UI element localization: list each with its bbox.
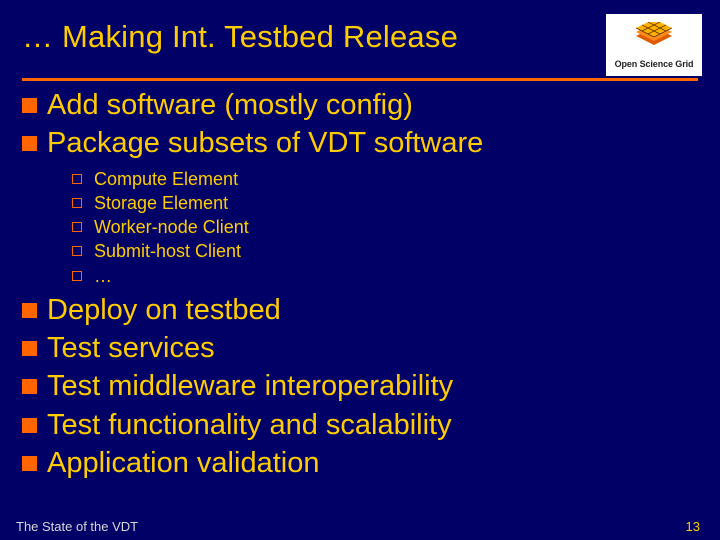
bullet-text: Test middleware interoperability [47, 368, 453, 404]
hollow-square-bullet-icon [72, 174, 82, 184]
bullet-l1: Test functionality and scalability [22, 407, 698, 443]
bullet-text: Worker-node Client [94, 215, 249, 239]
bullet-text: Submit-host Client [94, 239, 241, 263]
hollow-square-bullet-icon [72, 271, 82, 281]
square-bullet-icon [22, 456, 37, 471]
square-bullet-icon [22, 379, 37, 394]
slide-title: … Making Int. Testbed Release [22, 14, 606, 55]
hollow-square-bullet-icon [72, 198, 82, 208]
square-bullet-icon [22, 98, 37, 113]
footer-left: The State of the VDT [16, 519, 138, 534]
bullet-l2: Storage Element [72, 191, 698, 215]
bullet-l1: Package subsets of VDT software [22, 125, 698, 161]
bullet-text: Compute Element [94, 167, 238, 191]
osg-grid-icon [631, 22, 677, 56]
bullet-l2: Worker-node Client [72, 215, 698, 239]
footer: The State of the VDT 13 [0, 519, 720, 534]
bullet-l1: Deploy on testbed [22, 292, 698, 328]
bullet-text: Deploy on testbed [47, 292, 281, 328]
bullet-text: Add software (mostly config) [47, 87, 413, 123]
title-row: … Making Int. Testbed Release Open Scien… [0, 0, 720, 76]
bullet-text: Package subsets of VDT software [47, 125, 483, 161]
hollow-square-bullet-icon [72, 222, 82, 232]
bullet-l1: Application validation [22, 445, 698, 481]
bullet-l2: Compute Element [72, 167, 698, 191]
bullet-l1: Test middleware interoperability [22, 368, 698, 404]
bullet-text: Application validation [47, 445, 319, 481]
content: Add software (mostly config) Package sub… [0, 81, 720, 481]
logo: Open Science Grid [606, 14, 702, 76]
bullet-text: Test services [47, 330, 215, 366]
square-bullet-icon [22, 341, 37, 356]
bullet-text: … [94, 264, 112, 288]
square-bullet-icon [22, 136, 37, 151]
bullet-l1: Test services [22, 330, 698, 366]
logo-label: Open Science Grid [615, 59, 694, 69]
sub-bullet-group: Compute Element Storage Element Worker-n… [22, 162, 698, 290]
bullet-l2: … [72, 264, 698, 288]
page-number: 13 [686, 519, 700, 534]
square-bullet-icon [22, 418, 37, 433]
bullet-l2: Submit-host Client [72, 239, 698, 263]
hollow-square-bullet-icon [72, 246, 82, 256]
square-bullet-icon [22, 303, 37, 318]
bullet-text: Storage Element [94, 191, 228, 215]
slide: … Making Int. Testbed Release Open Scien… [0, 0, 720, 540]
bullet-text: Test functionality and scalability [47, 407, 452, 443]
bullet-l1: Add software (mostly config) [22, 87, 698, 123]
